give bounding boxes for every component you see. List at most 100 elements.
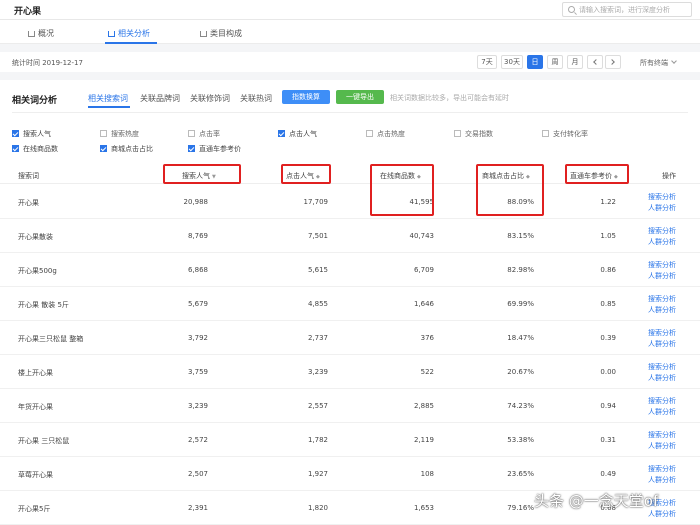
crowd-analysis-link[interactable]: 人群分析 [648,339,676,349]
table-row: 开心果散装 8,769 7,501 40,743 83.15% 1.05 搜索分析 人群分析 [0,219,700,253]
cell-click-popularity: 4,855 [307,300,328,308]
cell-search-popularity: 3,239 [187,402,208,410]
search-input[interactable] [579,4,689,16]
highlight-box [565,164,629,184]
table-row: 草莓开心果 2,507 1,927 108 23.65% 0.49 搜索分析 人群分析 [0,457,700,491]
highlight-box [370,164,434,216]
checkbox-icon [366,130,373,137]
crowd-analysis-link[interactable]: 人群分析 [648,271,676,281]
metric-mall-click-share[interactable]: 商城点击占比 [100,144,153,154]
cell-mall-click-share: 74.23% [507,402,534,410]
cell-mall-click-share: 79.16% [507,504,534,512]
search-analysis-link[interactable]: 搜索分析 [648,328,676,338]
metric-label: 商城点击占比 [111,145,153,153]
tab-related-analysis[interactable]: 相关分析 [108,28,150,39]
metric-click-rate[interactable]: 点击率 [188,129,220,139]
cell-mall-click-share: 83.15% [507,232,534,240]
tab-label: 相关分析 [118,29,150,38]
metric-label: 支付转化率 [553,130,588,138]
cell-ztc-price: 0.39 [600,334,616,342]
cell-click-popularity: 1,927 [307,470,328,478]
crowd-analysis-link[interactable]: 人群分析 [648,441,676,451]
checkbox-checked-icon [100,145,107,152]
search-analysis-link[interactable]: 搜索分析 [648,192,676,202]
export-button[interactable]: 一键导出 [336,90,384,104]
metric-online-items[interactable]: 在线商品数 [12,144,58,154]
search-box[interactable] [562,2,692,17]
crowd-analysis-link[interactable]: 人群分析 [648,373,676,383]
cell-keyword: 开心果5斤 [18,505,51,513]
subtab-hot[interactable]: 关联热词 [240,93,272,104]
col-keyword: 搜索词 [18,172,39,180]
search-analysis-link[interactable]: 搜索分析 [648,226,676,236]
metric-click-heat[interactable]: 点击热度 [366,129,405,139]
cell-keyword: 草莓开心果 [18,471,53,479]
period-month-button[interactable]: 月 [567,55,583,69]
cell-search-popularity: 6,868 [187,266,208,274]
metric-click-popularity[interactable]: 点击人气 [278,129,317,139]
cell-mall-click-share: 82.98% [507,266,534,274]
cell-click-popularity: 5,615 [307,266,328,274]
table-row: 开心果 散装 5斤 5,679 4,855 1,646 69.99% 0.85 搜索分析 人群… [0,287,700,321]
period-week-button[interactable]: 周 [547,55,563,69]
checkbox-checked-icon [12,130,19,137]
prev-period-button[interactable] [587,55,603,69]
cell-click-popularity: 2,737 [307,334,328,342]
subtab-brand[interactable]: 关联品牌词 [140,93,180,104]
main-tabs: 概况 相关分析 类目构成 [0,20,700,44]
cell-click-popularity: 3,239 [307,368,328,376]
cell-mall-click-share: 53.38% [507,436,534,444]
cell-ztc-price: 1.05 [600,232,616,240]
cell-search-popularity: 8,769 [187,232,208,240]
search-analysis-link[interactable]: 搜索分析 [648,362,676,372]
metric-label: 在线商品数 [23,145,58,153]
cell-click-popularity: 1,782 [307,436,328,444]
cell-keyword: 开心果 散装 5斤 [18,301,69,309]
cell-search-popularity: 3,792 [187,334,208,342]
app-title: 开心果 [14,7,42,17]
home-icon [28,31,35,37]
metric-search-popularity[interactable]: 搜索人气 [12,129,51,139]
cell-click-popularity: 7,501 [307,232,328,240]
crowd-analysis-link[interactable]: 人群分析 [648,237,676,247]
stat-bar: 统计时间 2019-12-17 7天 30天 日 周 月 所有终端 [0,52,700,72]
crowd-analysis-link[interactable]: 人群分析 [648,475,676,485]
index-convert-button[interactable]: 指数换算 [282,90,330,104]
stat-time: 统计时间 2019-12-17 [12,59,83,67]
terminal-select[interactable]: 所有终端 [640,58,677,68]
tab-category[interactable]: 类目构成 [200,28,242,39]
cell-mall-click-share: 69.99% [507,300,534,308]
next-period-button[interactable] [605,55,621,69]
crowd-analysis-link[interactable]: 人群分析 [648,305,676,315]
table-row: 开心果500g 6,868 5,615 6,709 82.98% 0.86 搜索分析 人群分析 [0,253,700,287]
search-analysis-link[interactable]: 搜索分析 [648,430,676,440]
metric-trade-index[interactable]: 交易指数 [454,129,493,139]
cell-keyword: 开心果 三只松鼠 [18,437,70,445]
period-day-button[interactable]: 日 [527,55,543,69]
cell-search-popularity: 3,759 [187,368,208,376]
cell-search-popularity: 2,391 [187,504,208,512]
search-analysis-link[interactable]: 搜索分析 [648,294,676,304]
search-icon [568,6,575,13]
cell-online-items: 2,885 [413,402,434,410]
cell-online-items: 522 [420,368,434,376]
cell-online-items: 1,653 [413,504,434,512]
checkbox-icon [188,130,195,137]
subtab-modifier[interactable]: 关联修饰词 [190,93,230,104]
metric-ztc-price[interactable]: 直通车参考价 [188,144,241,154]
metric-pay-conversion[interactable]: 支付转化率 [542,129,588,139]
highlight-box [476,164,544,216]
crowd-analysis-link[interactable]: 人群分析 [648,203,676,213]
search-analysis-link[interactable]: 搜索分析 [648,260,676,270]
cell-click-popularity: 1,820 [307,504,328,512]
period-7d-button[interactable]: 7天 [477,55,497,69]
crowd-analysis-link[interactable]: 人群分析 [648,407,676,417]
tab-overview[interactable]: 概况 [28,28,54,39]
search-analysis-link[interactable]: 搜索分析 [648,464,676,474]
period-30d-button[interactable]: 30天 [501,55,523,69]
highlight-box [281,164,331,184]
search-analysis-link[interactable]: 搜索分析 [648,396,676,406]
home-icon [200,31,207,37]
metric-search-heat[interactable]: 搜索热度 [100,129,139,139]
subtab-related-search[interactable]: 相关搜索词 [88,93,128,104]
